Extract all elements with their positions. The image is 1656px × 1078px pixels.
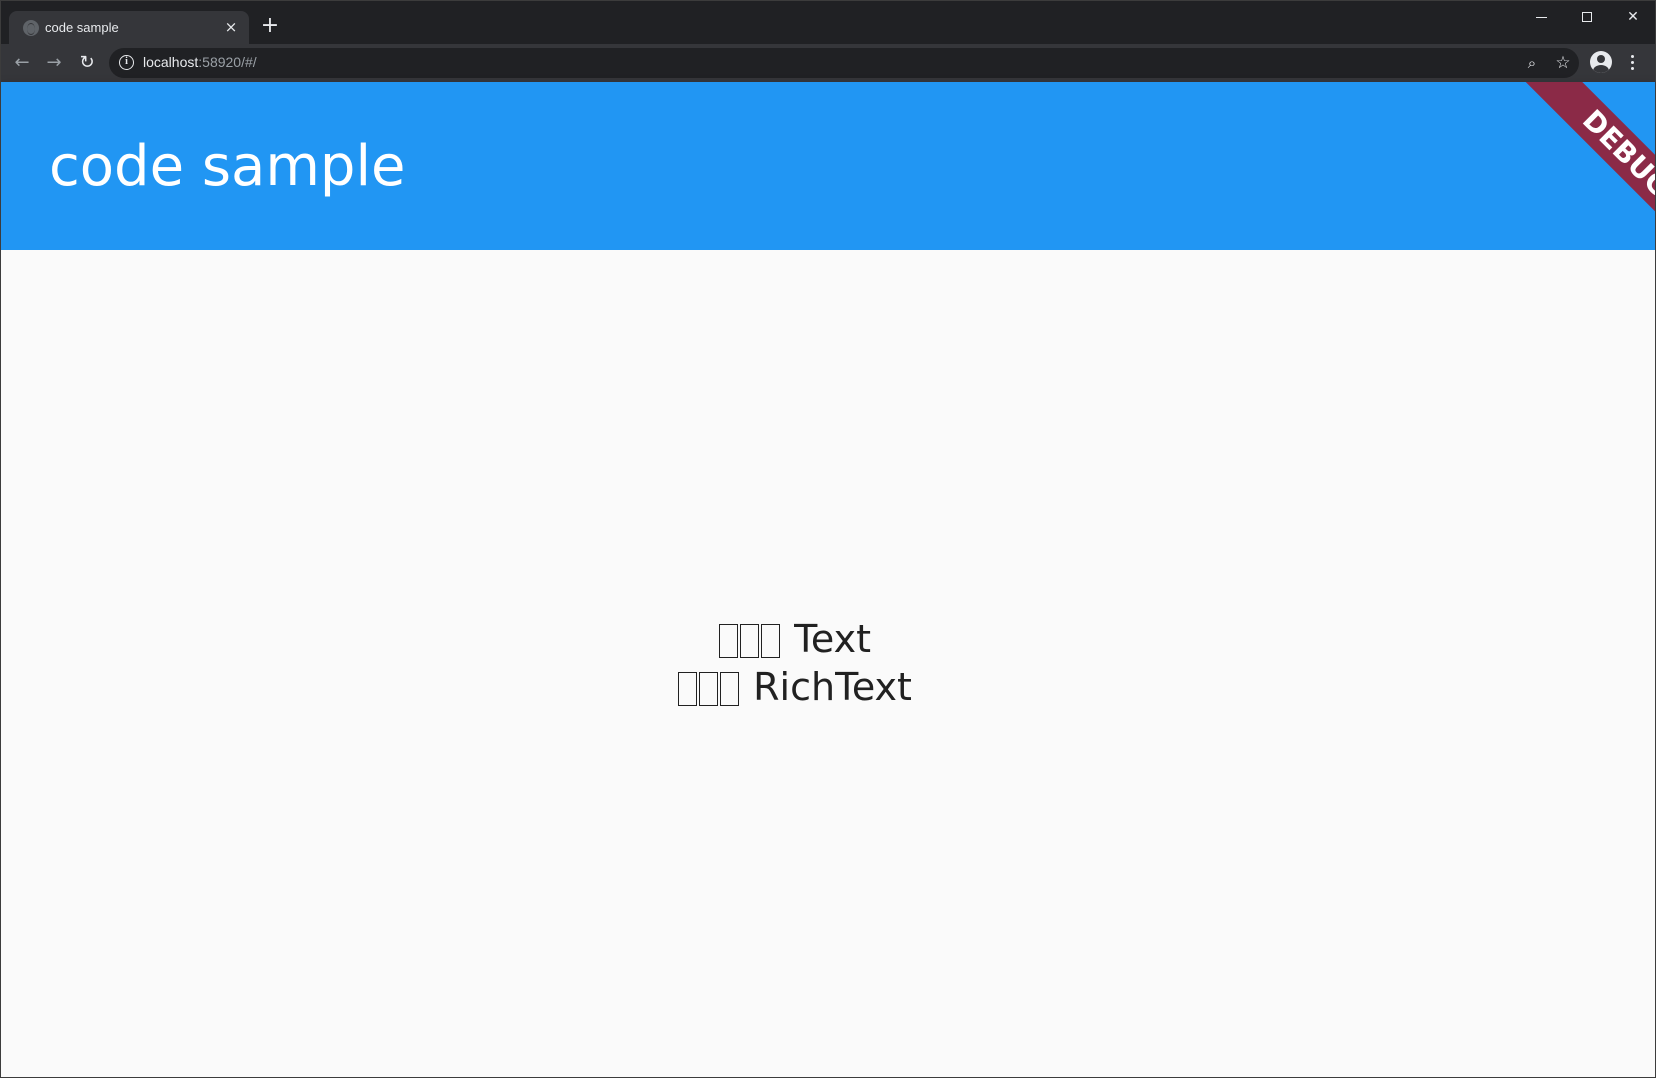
- profile-icon[interactable]: [1590, 51, 1612, 73]
- info-icon[interactable]: i: [119, 55, 134, 70]
- app-body: Text RichText: [0, 250, 1656, 1078]
- zoom-icon[interactable]: ⌕: [1523, 54, 1541, 72]
- browser-toolbar: ← → ↻ i localhost:58920/#/ ⌕ ☆: [0, 44, 1656, 82]
- minimize-button[interactable]: [1518, 0, 1564, 34]
- url-text[interactable]: localhost:58920/#/: [143, 54, 257, 70]
- app-bar: code sample: [0, 82, 1656, 250]
- reload-icon[interactable]: ↻: [75, 51, 99, 75]
- richtext-line: RichText: [0, 663, 1590, 711]
- missing-glyph-box: [699, 672, 719, 706]
- tab-title: code sample: [45, 20, 119, 35]
- url-host: localhost: [143, 54, 199, 70]
- missing-glyph-box: [761, 624, 781, 658]
- missing-glyph-box: [740, 624, 760, 658]
- globe-icon: [23, 20, 39, 36]
- url-path: :58920/#/: [198, 54, 257, 70]
- tab-close-icon[interactable]: ×: [221, 17, 241, 37]
- tab-code-sample[interactable]: code sample ×: [9, 11, 249, 44]
- maximize-button[interactable]: [1564, 0, 1610, 34]
- new-tab-button[interactable]: +: [258, 14, 282, 38]
- star-icon[interactable]: ☆: [1553, 53, 1573, 73]
- maximize-icon: [1582, 12, 1592, 22]
- window-controls: ✕: [1518, 0, 1656, 34]
- back-arrow-icon[interactable]: ←: [10, 51, 34, 75]
- minimize-icon: [1535, 16, 1547, 18]
- close-window-button[interactable]: ✕: [1610, 0, 1656, 34]
- missing-glyph-box: [719, 624, 739, 658]
- kebab-menu-icon[interactable]: [1626, 51, 1638, 73]
- text-line-label: Text: [782, 617, 871, 661]
- title-bar: code sample × + ✕: [0, 0, 1656, 44]
- address-bar[interactable]: i localhost:58920/#/ ⌕ ☆: [109, 48, 1579, 78]
- debug-banner: DEBUG: [1519, 82, 1656, 250]
- debug-banner-container: DEBUG: [1476, 82, 1656, 250]
- app-bar-title: code sample: [49, 134, 406, 199]
- browser-window: code sample × + ✕ ← → ↻ i localhost:5892…: [0, 0, 1656, 1078]
- missing-glyph-box: [720, 672, 740, 706]
- forward-arrow-icon[interactable]: →: [42, 51, 66, 75]
- text-line: Text: [0, 615, 1590, 663]
- center-text-block: Text RichText: [0, 615, 1590, 711]
- richtext-line-label: RichText: [741, 665, 912, 709]
- missing-glyph-box: [678, 672, 698, 706]
